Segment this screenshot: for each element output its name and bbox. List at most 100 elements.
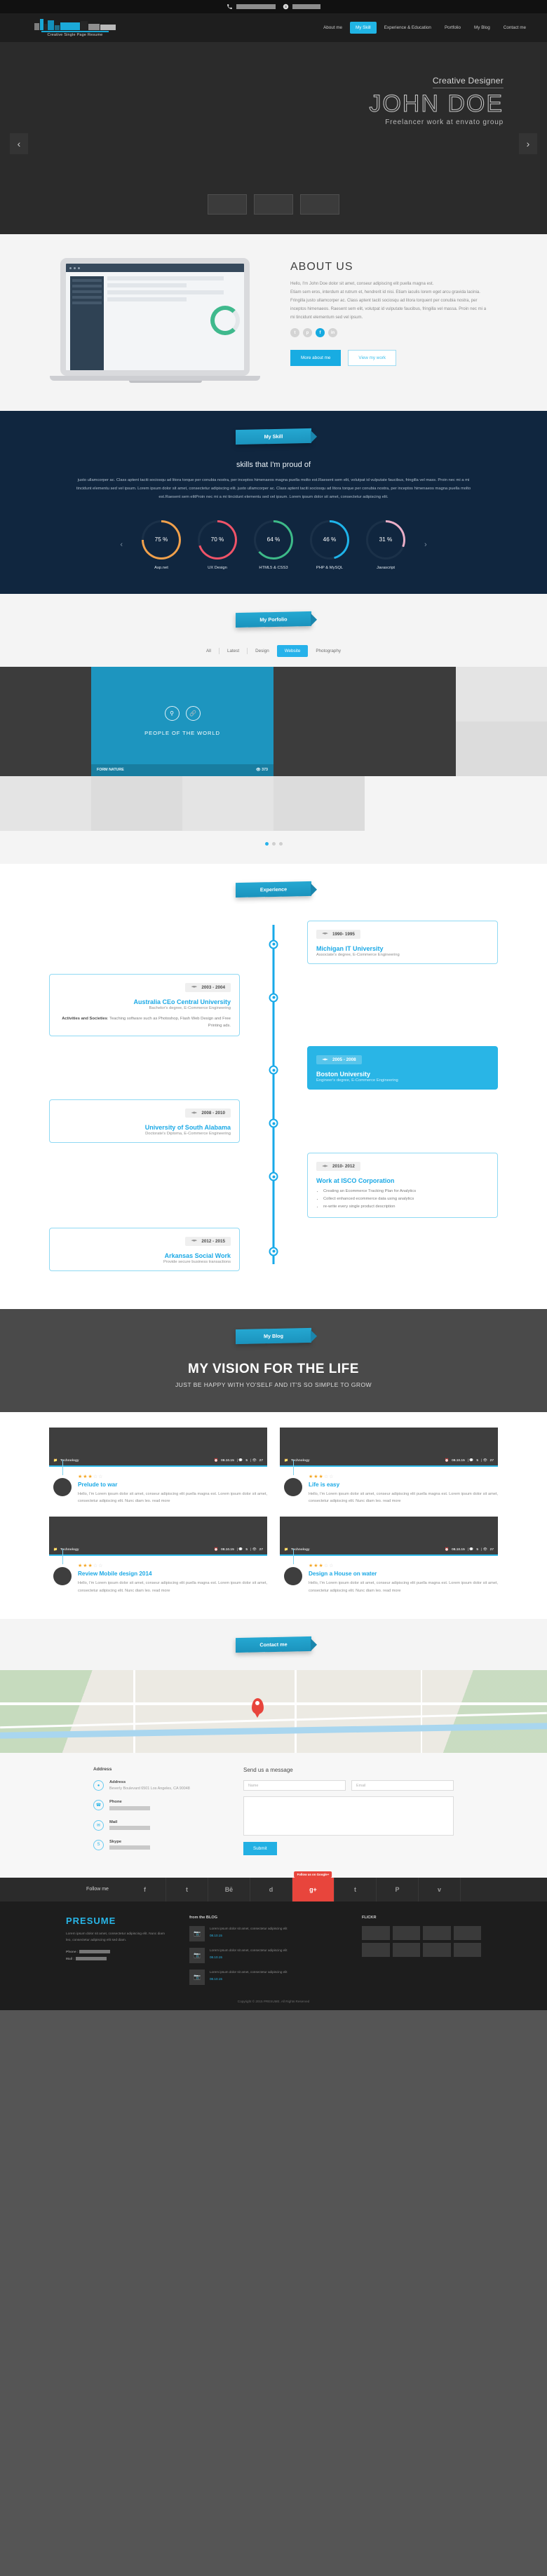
nav-item-my-skill[interactable]: My Skill xyxy=(350,22,377,34)
timeline-card[interactable]: 2010- 2012 Work at ISCO Corporation Crea… xyxy=(307,1153,498,1218)
flickr-thumb[interactable] xyxy=(423,1925,451,1940)
portfolio-pager xyxy=(0,830,547,864)
flickr-thumb[interactable] xyxy=(423,1942,451,1957)
skill-item: 46 % PHP & MySQL xyxy=(308,520,351,570)
pager-dot[interactable] xyxy=(271,841,276,846)
filter-design[interactable]: Design xyxy=(248,645,277,657)
timeline-title: Work at ISCO Corporation xyxy=(316,1177,395,1185)
flickr-thumb[interactable] xyxy=(453,1925,481,1940)
blog-title[interactable]: Design a House on water xyxy=(309,1571,498,1577)
flickr-thumb[interactable] xyxy=(453,1942,481,1957)
portfolio-tile[interactable] xyxy=(456,666,547,721)
hero-thumb[interactable] xyxy=(208,194,247,215)
timeline-card[interactable]: 2003 - 2004 Australia CEo Central Univer… xyxy=(49,973,240,1037)
facebook-icon[interactable]: f xyxy=(124,1877,166,1902)
timeline-card-active[interactable]: 2005 - 2008 Boston University Engineer's… xyxy=(307,1046,498,1090)
portfolio-tile[interactable] xyxy=(365,666,456,776)
pager-dot[interactable] xyxy=(264,841,269,846)
nav-item-experience-education[interactable]: Experience & Education xyxy=(379,22,437,34)
timeline-card[interactable]: 2012 - 2015 Arkansas Social Work Provide… xyxy=(49,1227,240,1271)
blog-title[interactable]: Life is easy xyxy=(309,1482,498,1488)
portfolio-tile[interactable] xyxy=(182,775,274,831)
footer-contact: Phone : Mail : xyxy=(66,1949,171,1963)
footer-post-date: 08.10.15 xyxy=(210,1934,222,1938)
image-icon: 📷 xyxy=(189,1969,205,1985)
filter-website[interactable]: Website xyxy=(276,644,309,657)
blog-card[interactable]: 📁 Technology ⏰ 08.10.15 | 💬 5 | 👁 27 ★★★… xyxy=(280,1427,498,1506)
google-plus-icon[interactable]: Follow us on Google+ g+ xyxy=(292,1871,335,1902)
timeline-card[interactable]: 1990- 1995 Michigan IT University Associ… xyxy=(307,920,498,964)
linkedin-icon[interactable]: in xyxy=(328,328,337,338)
flickr-thumb[interactable] xyxy=(362,1925,390,1940)
hero-thumb[interactable] xyxy=(300,194,339,215)
twitter-icon[interactable]: t xyxy=(290,328,299,338)
skill-value: 75 % xyxy=(154,536,168,543)
blog-card[interactable]: 📁 Technology ⏰ 08.10.15 | 💬 5 | 👁 27 ★★★… xyxy=(49,1427,267,1506)
dribbble-icon[interactable]: d xyxy=(250,1877,292,1902)
nav-item-contact-me[interactable]: Contact me xyxy=(498,22,532,34)
map[interactable] xyxy=(0,1670,547,1754)
blog-thumbnail: 📁 Technology ⏰ 08.10.15 | 💬 5 | 👁 27 xyxy=(49,1517,267,1557)
filter-photography[interactable]: Photography xyxy=(308,645,349,657)
portfolio-tile[interactable] xyxy=(274,775,365,831)
timeline-date: 2012 - 2015 xyxy=(185,1236,231,1246)
contact-value xyxy=(109,1805,150,1812)
search-icon[interactable]: ⚲ xyxy=(164,706,180,721)
message-textarea[interactable] xyxy=(243,1796,454,1836)
flickr-grid xyxy=(362,1925,481,1957)
email-input[interactable]: Email xyxy=(351,1780,454,1791)
portfolio-tile[interactable] xyxy=(0,775,91,831)
experience-section: Experience 1990- 1995 Michigan IT Univer… xyxy=(0,863,547,1309)
flickr-thumb[interactable] xyxy=(392,1925,420,1940)
flickr-thumb[interactable] xyxy=(362,1942,390,1957)
portfolio-featured-tile[interactable]: ⚲ 🔗 PEOPLE OF THE WORLD FORM NATURE 👁 37… xyxy=(91,666,274,776)
logo[interactable]: Creative Single Page Resume xyxy=(15,18,135,37)
filter-latest[interactable]: Latest xyxy=(220,645,247,657)
avatar xyxy=(53,1567,72,1586)
more-about-me-button[interactable]: More about me xyxy=(290,350,342,367)
portfolio-tile[interactable] xyxy=(91,775,182,831)
name-input[interactable]: Name xyxy=(243,1780,346,1791)
twitter-icon[interactable]: t xyxy=(166,1877,208,1902)
pager-dot[interactable] xyxy=(278,841,283,846)
portfolio-tile[interactable] xyxy=(0,666,91,776)
blog-excerpt: Hello, I'm Lorem ipsum dolor sit amet, c… xyxy=(309,1581,498,1594)
footer-post[interactable]: 📷 Lorem ipsum dolor sit amet, consectetu… xyxy=(189,1925,344,1941)
submit-button[interactable]: Submit xyxy=(243,1842,277,1856)
portfolio-tile[interactable] xyxy=(456,721,547,776)
timeline-node xyxy=(269,1172,278,1181)
filter-all[interactable]: All xyxy=(198,645,219,657)
hero-prev-arrow[interactable]: ‹ xyxy=(10,133,28,154)
link-icon[interactable]: 🔗 xyxy=(185,706,201,721)
footer-post[interactable]: 📷 Lorem ipsum dolor sit amet, consectetu… xyxy=(189,1947,344,1963)
blog-card[interactable]: 📁 Technology ⏰ 08.10.15 | 💬 5 | 👁 27 ★★★… xyxy=(49,1517,267,1595)
timeline-card[interactable]: 2008 - 2010 University of South Alabama … xyxy=(49,1099,240,1144)
hero-next-arrow[interactable]: › xyxy=(519,133,537,154)
blog-card[interactable]: 📁 Technology ⏰ 08.10.15 | 💬 5 | 👁 27 ★★★… xyxy=(280,1517,498,1595)
blog-connector xyxy=(62,1459,63,1475)
vimeo-icon[interactable]: v xyxy=(419,1877,461,1902)
timeline-activities: Activities and Societies: Teaching softw… xyxy=(62,1016,231,1028)
skill-prev-arrow[interactable]: ‹ xyxy=(116,541,127,549)
timeline-title: Arkansas Social Work xyxy=(164,1252,231,1259)
flickr-thumb[interactable] xyxy=(392,1942,420,1957)
map-pin-icon[interactable] xyxy=(251,1698,264,1715)
skill-ring-1: 70 % xyxy=(198,520,237,560)
view-my-work-button[interactable]: View my work xyxy=(348,350,397,367)
footer-post[interactable]: 📷 Lorem ipsum dolor sit amet, consectetu… xyxy=(189,1969,344,1985)
nav-item-portfolio[interactable]: Portfolio xyxy=(439,22,466,34)
contact-label: Address xyxy=(109,1780,126,1785)
skill-next-arrow[interactable]: › xyxy=(420,541,431,549)
pinterest-icon[interactable]: p xyxy=(303,328,312,338)
nav-item-my-blog[interactable]: My Blog xyxy=(468,22,496,34)
tumblr-icon[interactable]: t xyxy=(335,1877,377,1902)
behance-icon[interactable]: Bē xyxy=(208,1877,250,1902)
pinterest-icon[interactable]: P xyxy=(377,1877,419,1902)
blog-title[interactable]: Review Mobile design 2014 xyxy=(78,1571,267,1577)
facebook-icon[interactable]: f xyxy=(316,328,325,338)
nav-item-about-me[interactable]: About me xyxy=(318,22,348,34)
blog-title[interactable]: Prelude to war xyxy=(78,1482,267,1488)
hero-thumb[interactable] xyxy=(254,194,293,215)
timeline-date: 2003 - 2004 xyxy=(185,982,231,992)
portfolio-tile[interactable] xyxy=(274,666,365,776)
